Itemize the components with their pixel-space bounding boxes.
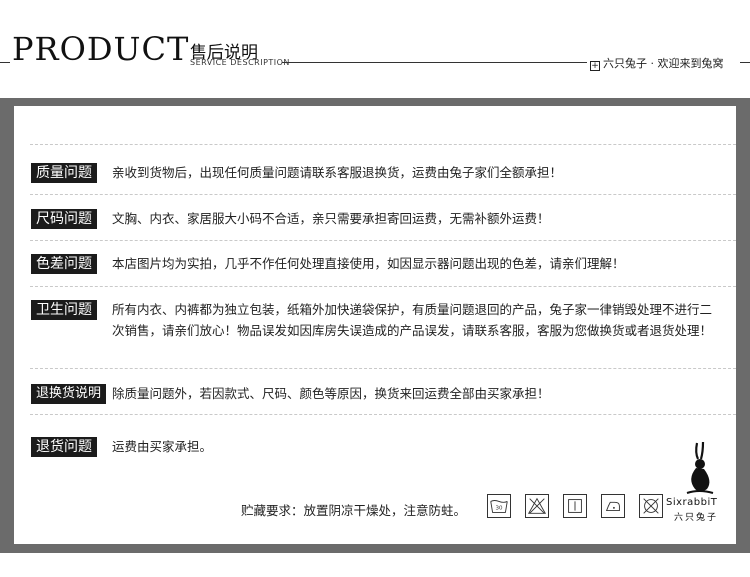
row-label-hygiene: 卫生问题 <box>31 300 97 320</box>
row-label-size: 尺码问题 <box>31 209 97 229</box>
no-bleach-icon <box>525 494 549 518</box>
page-header: PRODUCT 售后说明 SERVICE DESCRIPTION + 六只兔子 ·… <box>0 0 750 98</box>
divider <box>30 286 736 287</box>
row-text-color: 本店图片均为实拍，几乎不作任何处理直接使用，如因显示器问题出现的色差，请亲们理解… <box>112 256 625 271</box>
divider <box>30 144 736 145</box>
divider <box>30 414 736 415</box>
divider <box>30 194 736 195</box>
page-subtitle: SERVICE DESCRIPTION <box>190 58 290 67</box>
wash-temperature: 30 <box>496 506 503 512</box>
header-rule-right <box>740 62 750 63</box>
wash-30-icon: 30 <box>487 494 511 518</box>
header-rule-left <box>0 62 10 63</box>
brand-title: PRODUCT <box>12 30 190 68</box>
row-label-color: 色差问题 <box>31 254 97 274</box>
logo-text-cn: 六只兔子 <box>674 513 719 523</box>
content-panel: 质量问题 亲收到货物后，出现任何质量问题请联系客服退换货，运费由兔子家们全额承担… <box>14 106 736 544</box>
header-rule <box>282 62 587 63</box>
row-label-quality: 质量问题 <box>31 163 97 183</box>
row-label-return: 退货问题 <box>31 437 97 457</box>
row-text-size: 文胸、内衣、家居服大小码不合适，亲只需要承担寄回运费，无需补额外运费！ <box>112 211 550 226</box>
row-text-exchange: 除质量问题外，若因款式、尺码、颜色等原因，换货来回运费全部由买家承担！ <box>112 386 550 401</box>
hang-dry-icon <box>563 494 587 518</box>
storage-note: 贮藏要求：放置阴凉干燥处，注意防蛀。 <box>241 503 467 518</box>
row-text-return: 运费由买家承担。 <box>112 439 213 454</box>
slogan-text: 六只兔子 · 欢迎来到兔窝 <box>603 57 724 70</box>
header-slogan: + 六只兔子 · 欢迎来到兔窝 <box>590 55 724 71</box>
plus-square-icon: + <box>590 61 600 71</box>
divider <box>30 240 736 241</box>
content-frame: 质量问题 亲收到货物后，出现任何质量问题请联系客服退换货，运费由兔子家们全额承担… <box>0 98 750 553</box>
logo-text: SixrabbiT <box>666 497 718 508</box>
row-text-hygiene: 所有内衣、内裤都为独立包装，纸箱外加快递袋保护，有质量问题退回的产品，兔子家一律… <box>112 302 713 338</box>
no-dry-clean-icon <box>639 494 663 518</box>
divider <box>30 368 736 369</box>
row-label-exchange: 退换货说明 <box>31 384 107 404</box>
row-text-quality: 亲收到货物后，出现任何质量问题请联系客服退换货，运费由兔子家们全额承担！ <box>112 165 563 180</box>
iron-low-icon <box>601 494 625 518</box>
